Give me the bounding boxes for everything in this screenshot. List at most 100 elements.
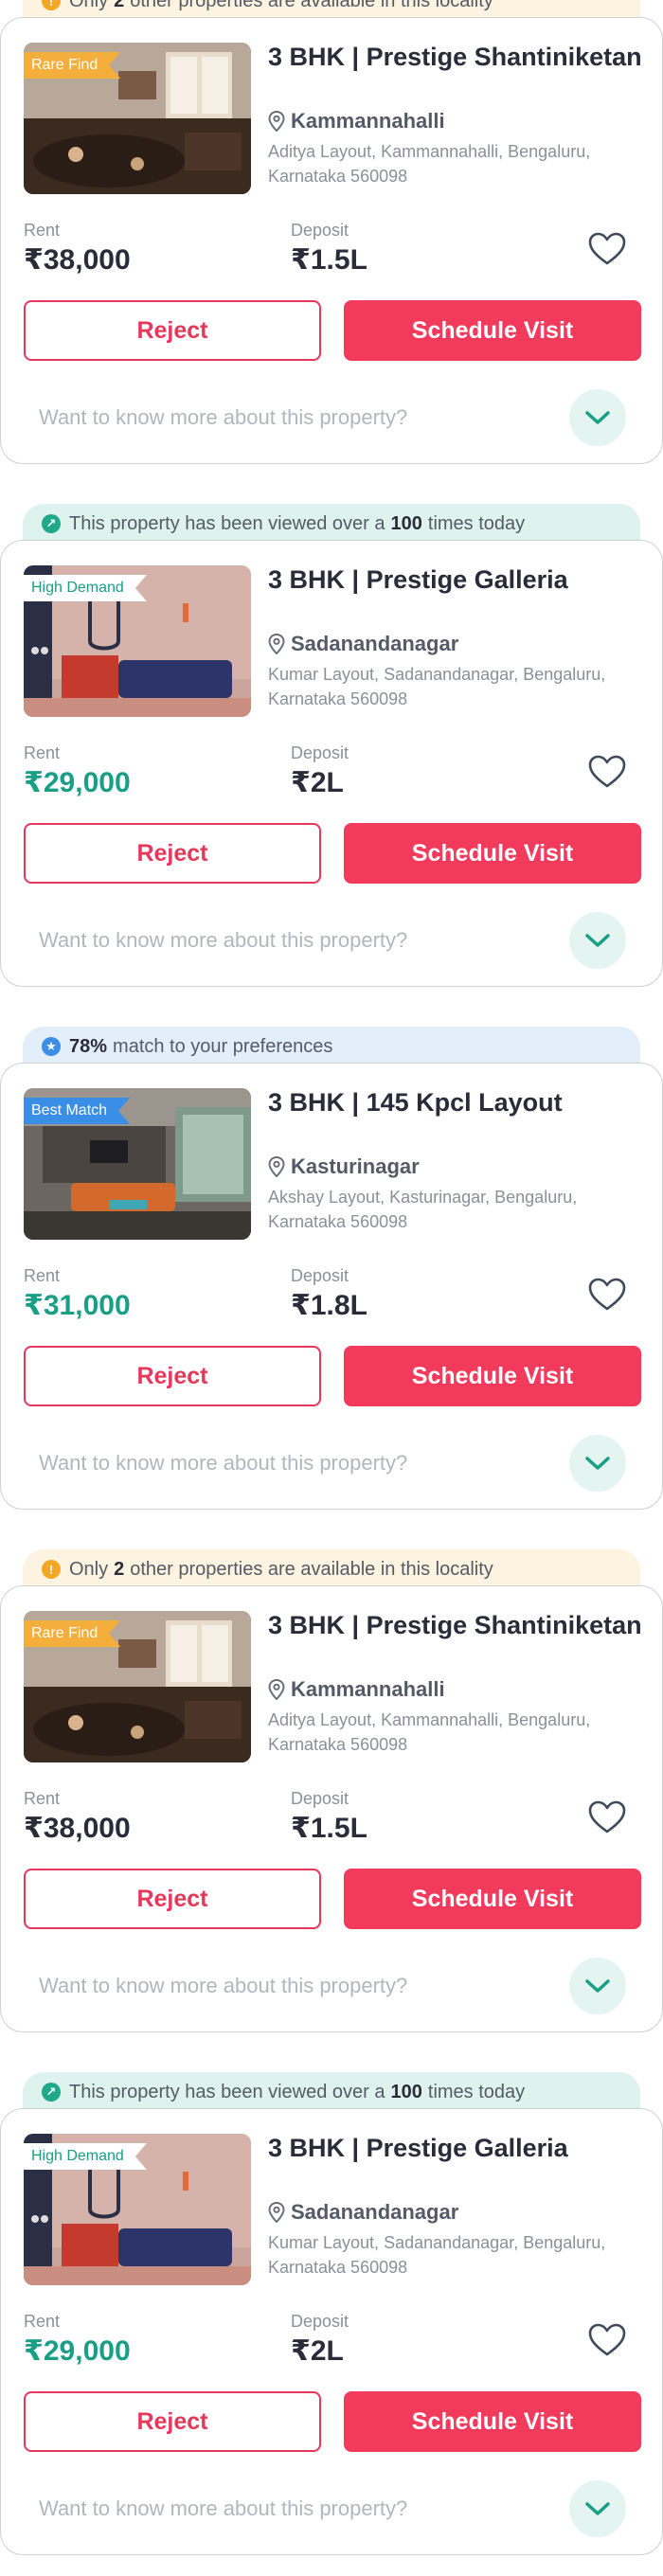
popularity-banner: ↗ This property has been viewed over a 1… [23, 2072, 640, 2112]
rare-find-tag: Rare Find [24, 1620, 120, 1647]
favorite-heart-icon[interactable] [586, 228, 628, 270]
property-card[interactable]: Best Match 3 BHK | 145 Kpcl Layout Kastu… [0, 1063, 663, 1510]
trending-icon: ↗ [42, 514, 61, 533]
locality: Kammannahalli [268, 1677, 445, 1702]
banner-text-pre: This property has been viewed over a [69, 2081, 385, 2102]
popularity-banner: ↗ This property has been viewed over a 1… [23, 504, 640, 544]
banner-highlight: 78% [69, 1035, 108, 1057]
chevron-down-icon [585, 2502, 610, 2515]
rent-value: ₹38,000 [24, 244, 131, 276]
more-info-prompt[interactable]: Want to know more about this property? [39, 405, 407, 430]
location-pin-icon [268, 2202, 285, 2223]
high-demand-tag: High Demand [24, 575, 147, 601]
property-address: Kumar Layout, Sadanandanagar, Bengaluru,… [268, 665, 606, 708]
rent-label: Rent [24, 2312, 61, 2331]
reject-button[interactable]: Reject [24, 300, 321, 361]
reject-button[interactable]: Reject [24, 2391, 321, 2452]
more-info-prompt[interactable]: Want to know more about this property? [39, 1974, 407, 1998]
property-photo[interactable]: Best Match [24, 1088, 251, 1240]
expand-button[interactable] [569, 1958, 626, 2014]
location-pin-icon [268, 111, 285, 132]
property-block: ↗ This property has been viewed over a 1… [0, 504, 663, 1006]
property-title: 3 BHK | Prestige Shantiniketan [268, 1611, 642, 1639]
property-photo[interactable]: High Demand [24, 2134, 251, 2285]
schedule-visit-button[interactable]: Schedule Visit [344, 2391, 641, 2452]
rent-value: ₹29,000 [24, 767, 131, 798]
favorite-heart-icon[interactable] [586, 1797, 628, 1838]
location-pin-icon [268, 1156, 285, 1177]
banner-highlight: 2 [114, 0, 125, 11]
property-photo[interactable]: Rare Find [24, 1611, 251, 1762]
property-card[interactable]: Rare Find 3 BHK | Prestige Shantiniketan… [0, 1585, 663, 2032]
locality: Kammannahalli [268, 109, 445, 134]
exclamation-icon: ! [42, 0, 61, 10]
rent-label: Rent [24, 743, 61, 762]
banner-text-post: times today [427, 2081, 526, 2102]
rent-label: Rent [24, 1789, 61, 1808]
more-info-prompt[interactable]: Want to know more about this property? [39, 928, 407, 953]
schedule-visit-button[interactable]: Schedule Visit [344, 1346, 641, 1406]
deposit-label: Deposit [291, 1789, 349, 1808]
reject-button[interactable]: Reject [24, 1869, 321, 1929]
locality-label: Sadanandanagar [291, 632, 459, 655]
locality: Sadanandanagar [268, 632, 458, 656]
property-photo[interactable]: Rare Find [24, 43, 251, 194]
reject-button[interactable]: Reject [24, 1346, 321, 1406]
locality: Kasturinagar [268, 1154, 420, 1179]
rare-find-tag: Rare Find [24, 52, 120, 79]
property-block: ! Only 2 other properties are available … [0, 1549, 663, 2051]
property-card[interactable]: High Demand 3 BHK | Prestige Galleria Sa… [0, 2108, 663, 2555]
scarcity-banner: ! Only 2 other properties are available … [23, 1549, 640, 1589]
rent-value: ₹38,000 [24, 1813, 131, 1844]
reject-button[interactable]: Reject [24, 823, 321, 884]
banner-text-pre: Only [69, 0, 109, 11]
schedule-visit-button[interactable]: Schedule Visit [344, 1869, 641, 1929]
rent-value: ₹31,000 [24, 1290, 131, 1321]
rent-label: Rent [24, 221, 61, 240]
favorite-heart-icon[interactable] [586, 2319, 628, 2361]
property-feed: ! Only 2 other properties are available … [0, 0, 663, 2576]
property-block: ↗ This property has been viewed over a 1… [0, 2072, 663, 2574]
favorite-heart-icon[interactable] [586, 1274, 628, 1315]
banner-text-post: other properties are available in this l… [130, 1558, 493, 1580]
banner-highlight: 100 [390, 512, 422, 534]
property-card[interactable]: Rare Find 3 BHK | Prestige Shantiniketan… [0, 17, 663, 464]
property-title: 3 BHK | Prestige Galleria [268, 565, 568, 594]
deposit-label: Deposit [291, 743, 349, 762]
locality-label: Sadanandanagar [291, 2200, 459, 2224]
expand-button[interactable] [569, 1435, 626, 1492]
banner-highlight: 100 [390, 2081, 422, 2102]
location-pin-icon [268, 634, 285, 654]
favorite-heart-icon[interactable] [586, 751, 628, 793]
locality-label: Kammannahalli [291, 1677, 445, 1701]
deposit-label: Deposit [291, 1266, 349, 1285]
property-address: Aditya Layout, Kammannahalli, Bengaluru,… [268, 1710, 591, 1754]
deposit-value: ₹1.8L [291, 1290, 367, 1321]
deposit-value: ₹2L [291, 2335, 344, 2367]
high-demand-tag: High Demand [24, 2143, 147, 2170]
deposit-value: ₹1.5L [291, 1813, 367, 1844]
schedule-visit-button[interactable]: Schedule Visit [344, 823, 641, 884]
schedule-visit-button[interactable]: Schedule Visit [344, 300, 641, 361]
property-card[interactable]: High Demand 3 BHK | Prestige Galleria Sa… [0, 540, 663, 987]
deposit-label: Deposit [291, 2312, 349, 2331]
property-title: 3 BHK | 145 Kpcl Layout [268, 1088, 563, 1117]
exclamation-icon: ! [42, 1560, 61, 1579]
expand-button[interactable] [569, 2480, 626, 2537]
property-block: ★ 78% match to your preferences Best Mat… [0, 1027, 663, 1529]
deposit-value: ₹2L [291, 767, 344, 798]
more-info-prompt[interactable]: Want to know more about this property? [39, 2496, 407, 2521]
more-info-prompt[interactable]: Want to know more about this property? [39, 1451, 407, 1476]
banner-highlight: 2 [114, 1558, 125, 1580]
property-photo[interactable]: High Demand [24, 565, 251, 717]
locality-label: Kammannahalli [291, 109, 445, 133]
chevron-down-icon [585, 411, 610, 424]
expand-button[interactable] [569, 389, 626, 446]
banner-text-post: other properties are available in this l… [130, 0, 493, 11]
deposit-value: ₹1.5L [291, 244, 367, 276]
chevron-down-icon [585, 1979, 610, 1993]
banner-text-pre: This property has been viewed over a [69, 512, 385, 534]
expand-button[interactable] [569, 912, 626, 969]
property-address: Aditya Layout, Kammannahalli, Bengaluru,… [268, 142, 591, 186]
banner-text-post: times today [427, 512, 526, 534]
